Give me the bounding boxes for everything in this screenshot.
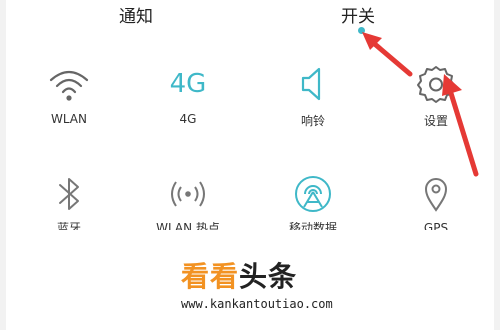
watermark-brand-a: 看看	[181, 260, 240, 293]
panel-tabs: 通知 开关	[6, 0, 494, 40]
4g-label: 4G	[179, 112, 197, 126]
watermark: 看看头条 www.kankantoutiao.com	[181, 255, 333, 311]
4g-icon: 4G	[169, 69, 207, 99]
mobile-data-toggle[interactable]: 移动数据	[268, 170, 358, 230]
watermark-brand-b: 头条	[239, 260, 298, 293]
mobile-data-icon	[289, 170, 337, 218]
bluetooth-toggle[interactable]: 蓝牙	[24, 170, 114, 230]
wlan-toggle[interactable]: WLAN	[24, 60, 114, 126]
tab-switches[interactable]: 开关	[341, 2, 375, 27]
ringer-toggle[interactable]: 响铃	[268, 60, 358, 129]
speaker-icon	[289, 60, 337, 108]
annotation-arrow-tab	[362, 32, 413, 77]
watermark-brand: 看看头条	[181, 255, 333, 295]
quick-settings-panel: 通知 开关 WLAN 4G 4G 响铃 设置 蓝牙 WLAN 热点 移动数据 G…	[6, 0, 494, 330]
tab-notifications[interactable]: 通知	[119, 2, 153, 27]
hotspot-icon	[164, 170, 212, 218]
mobile-data-label: 移动数据	[288, 222, 337, 230]
hotspot-label: WLAN 热点	[156, 222, 220, 230]
wifi-icon	[45, 60, 93, 108]
ringer-label: 响铃	[300, 114, 325, 128]
watermark-url: www.kankantoutiao.com	[181, 297, 333, 311]
bluetooth-label: 蓝牙	[56, 222, 81, 230]
annotation-arrow-settings	[442, 74, 479, 177]
hotspot-toggle[interactable]: WLAN 热点	[143, 170, 233, 230]
bluetooth-icon	[45, 170, 93, 218]
gps-label: GPS	[423, 222, 449, 230]
wlan-label: WLAN	[50, 112, 87, 126]
4g-toggle[interactable]: 4G 4G	[143, 60, 233, 126]
